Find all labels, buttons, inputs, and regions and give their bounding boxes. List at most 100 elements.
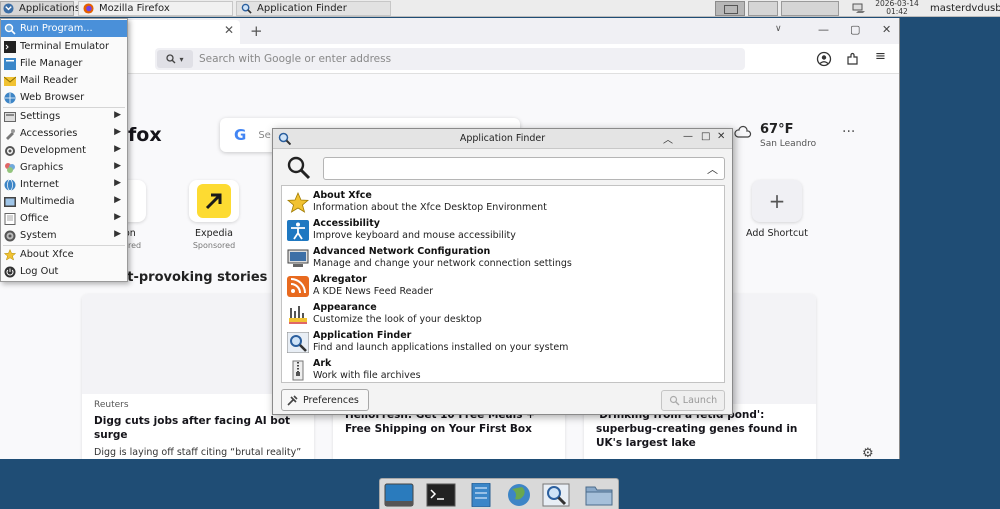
minimize-icon[interactable]: — (818, 23, 829, 36)
story-title: Digg cuts jobs after facing AI bot surge (94, 415, 291, 441)
minimize-icon[interactable]: — (683, 131, 693, 142)
menu-item-graphics[interactable]: Graphics ▶ (1, 159, 127, 176)
workspace-1[interactable] (715, 1, 745, 16)
google-search-placeholder: Se (258, 129, 271, 141)
app-name: Accessibility (313, 218, 380, 229)
url-bar[interactable]: ▾ Search with Google or enter address (155, 48, 745, 70)
web-browser-icon[interactable] (504, 483, 534, 507)
app-description: Customize the look of your desktop (313, 314, 482, 325)
weather-options-icon[interactable]: ··· (842, 124, 855, 140)
maximize-icon[interactable]: □ (701, 131, 710, 142)
app-list: About Xfce Information about the Xfce De… (281, 185, 725, 383)
preferences-button[interactable]: Preferences (281, 389, 369, 411)
new-tab-icon[interactable]: + (250, 22, 263, 40)
submenu-arrow-icon: ▶ (114, 212, 121, 222)
run-icon (4, 23, 16, 35)
menu-item-development[interactable]: Development ▶ (1, 142, 127, 159)
collapse-chevron-icon[interactable]: ︿ (707, 161, 718, 177)
url-placeholder: Search with Google or enter address (199, 53, 392, 65)
app-finder-titlebar[interactable]: Application Finder ︿ — □ ✕ (273, 129, 732, 149)
menu-item-internet[interactable]: Internet ▶ (1, 176, 127, 193)
preferences-label: Preferences (303, 394, 359, 406)
story-description: Digg is laying off staff citing “brutal … (94, 447, 302, 458)
menu-item-system[interactable]: System ▶ (1, 227, 127, 244)
hamburger-menu-icon[interactable]: ≡ (875, 49, 891, 65)
menu-item-multimedia[interactable]: Multimedia ▶ (1, 193, 127, 210)
app-description: Improve keyboard and mouse accessibility (313, 230, 516, 241)
shortcut-add[interactable]: + Add Shortcut (741, 180, 813, 239)
development-icon (5, 145, 15, 156)
launch-icon (669, 395, 680, 406)
launch-label: Launch (682, 395, 718, 406)
app-finder-search-input[interactable]: ︿ (323, 157, 725, 180)
weather-temperature: 67°F (760, 122, 794, 137)
folder-icon[interactable] (584, 483, 614, 507)
taskbar-firefox[interactable]: Mozilla Firefox (78, 1, 233, 16)
app-finder-icon[interactable] (541, 483, 571, 507)
add-shortcut-tile: + (752, 180, 802, 222)
network-status-icon[interactable] (852, 2, 866, 14)
rss-icon (287, 276, 309, 297)
clock[interactable]: 2026-03-14 01:42 (874, 0, 920, 16)
search-icon (166, 54, 176, 64)
app-description: A KDE News Feed Reader (313, 286, 434, 297)
office-icon (4, 212, 16, 225)
menu-item-office[interactable]: Office ▶ (1, 210, 127, 227)
app-description: Work with file archives (313, 370, 421, 381)
list-item[interactable]: Akregator A KDE News Feed Reader (284, 272, 724, 300)
menu-item-file-manager[interactable]: File Manager (1, 55, 127, 72)
search-engine-button[interactable]: ▾ (157, 50, 193, 68)
applications-menu-button[interactable]: Applications (0, 1, 80, 16)
list-item[interactable]: Appearance Customize the look of your de… (284, 300, 724, 328)
menu-item-web-browser[interactable]: Web Browser (1, 89, 127, 106)
google-g-icon: G (234, 126, 247, 144)
xfce-mouse-icon (3, 3, 14, 14)
workspace-3[interactable] (781, 1, 839, 16)
plus-icon: + (768, 189, 786, 213)
shade-icon[interactable]: ︿ (663, 131, 673, 146)
tab-list-chevron-icon[interactable]: ∨ (775, 24, 782, 34)
file-manager-icon (4, 57, 16, 70)
maximize-icon[interactable]: ▢ (850, 23, 860, 36)
menu-item-about-xfce[interactable]: About Xfce (1, 246, 127, 263)
app-description: Find and launch applications installed o… (313, 342, 569, 353)
graphics-icon (5, 162, 15, 173)
chevron-down-icon: ▾ (179, 54, 184, 64)
close-icon[interactable]: ✕ (717, 131, 725, 142)
launch-button[interactable]: Launch (661, 390, 725, 411)
terminal-icon[interactable] (426, 483, 456, 507)
list-item[interactable]: Accessibility Improve keyboard and mouse… (284, 216, 724, 244)
menu-item-label: File Manager (20, 58, 83, 69)
taskbar-app-finder[interactable]: Application Finder (236, 1, 391, 16)
menu-item-label: Graphics (20, 162, 64, 173)
menu-item-mail[interactable]: Mail Reader (1, 72, 127, 89)
expedia-tile (189, 180, 239, 222)
menu-item-log-out[interactable]: Log Out (1, 263, 127, 280)
list-item[interactable]: Advanced Network Configuration Manage an… (284, 244, 724, 272)
extensions-icon[interactable] (845, 51, 861, 67)
menu-item-label: Settings (20, 111, 61, 122)
nav-toolbar: ▾ Search with Google or enter address ≡ (0, 44, 899, 74)
show-desktop-icon[interactable] (384, 483, 414, 507)
tab-close-icon[interactable]: ✕ (224, 23, 234, 37)
menu-item-settings[interactable]: Settings ▶ (1, 108, 127, 125)
shortcut-expedia[interactable]: Expedia Sponsored (178, 180, 250, 250)
menu-item-accessories[interactable]: Accessories ▶ (1, 125, 127, 142)
settings-icon (4, 111, 16, 122)
file-manager-icon[interactable] (466, 483, 496, 507)
list-item[interactable]: Application Finder Find and launch appli… (284, 328, 724, 356)
list-item[interactable]: About Xfce Information about the Xfce De… (284, 188, 724, 216)
list-item[interactable]: Ark Work with file archives (284, 356, 724, 382)
menu-item-terminal[interactable]: Terminal Emulator (1, 38, 127, 55)
menu-item-run-program[interactable]: Run Program... (1, 20, 127, 37)
menu-item-label: Internet (20, 179, 59, 190)
user-menu[interactable]: masterdvdusb (930, 3, 1000, 14)
account-icon[interactable] (816, 51, 832, 67)
firefox-icon (83, 3, 94, 14)
menu-item-label: Run Program... (20, 23, 93, 34)
close-icon[interactable]: ✕ (882, 23, 891, 36)
app-name: Ark (313, 358, 332, 369)
workspace-2[interactable] (748, 1, 778, 16)
customize-gear-icon[interactable]: ⚙ (862, 446, 874, 459)
firefox-wordmark: fox (128, 124, 162, 146)
